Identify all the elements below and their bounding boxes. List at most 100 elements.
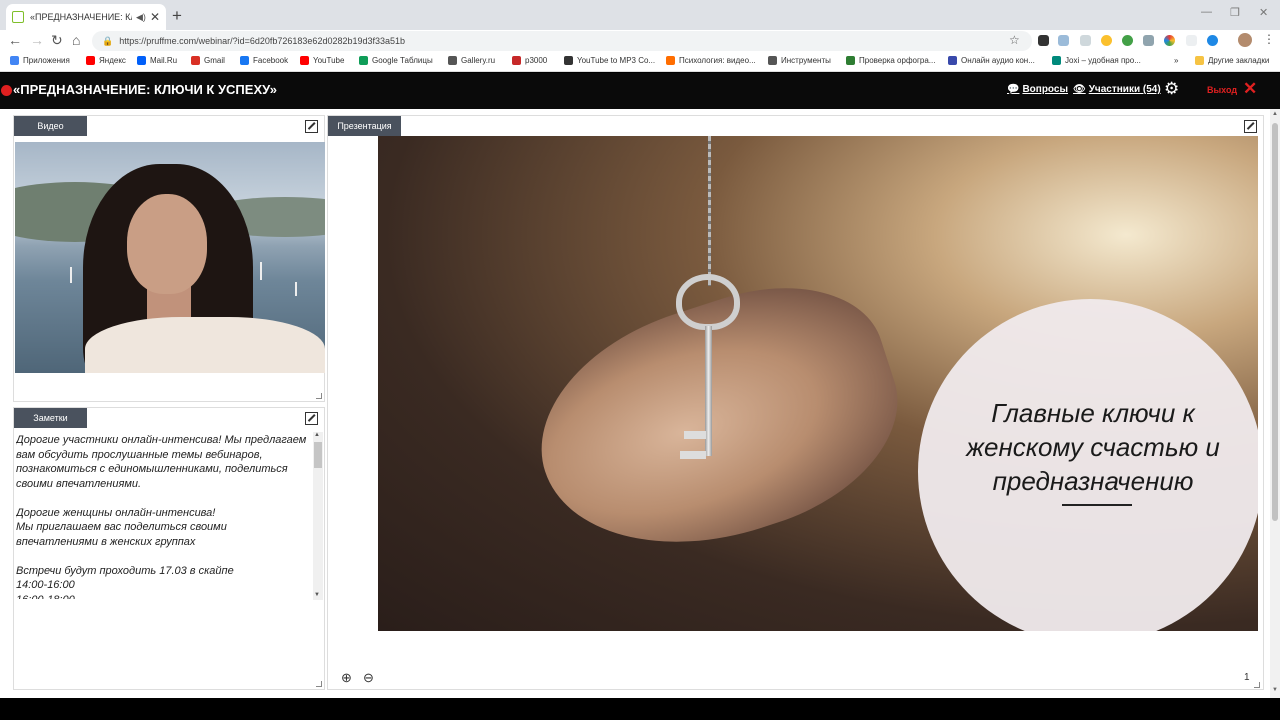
notes-scrollbar[interactable]: ▲ ▼ <box>313 432 323 600</box>
questions-link[interactable]: 💬 Вопросы <box>1007 84 1068 95</box>
speaker-icon[interactable]: ◀) <box>136 12 146 23</box>
gear-icon[interactable]: ⚙ <box>1164 79 1179 99</box>
extension-icon[interactable] <box>1038 35 1049 46</box>
bookmark-item[interactable]: Gallery.ru <box>448 56 495 65</box>
bookmark-item[interactable]: Приложения <box>10 56 70 65</box>
slide-key-shaft <box>705 326 712 456</box>
address-bar[interactable]: 🔒 https://pruffme.com/webinar/?id=6d20fb… <box>92 31 1032 51</box>
bookmark-item[interactable]: Инструменты <box>768 56 831 65</box>
notes-resize-handle[interactable] <box>316 681 322 687</box>
bookmark-item[interactable]: YouTube to MP3 Co... <box>564 56 655 65</box>
extension-icon[interactable] <box>1122 35 1133 46</box>
extension-icon[interactable] <box>1058 35 1069 46</box>
zoom-in-icon[interactable]: ⊕ <box>341 670 352 686</box>
close-tab-icon[interactable]: ✕ <box>150 10 160 24</box>
other-bookmarks[interactable]: Другие закладки <box>1195 56 1269 65</box>
scroll-down-icon[interactable]: ▼ <box>314 592 320 598</box>
bookmark-item[interactable]: p3000 <box>512 56 547 65</box>
close-window-icon[interactable]: ✕ <box>1259 6 1268 19</box>
bookmark-item[interactable]: Gmail <box>191 56 225 65</box>
notes-paragraph: Дорогие женщины онлайн-интенсива! Мы при… <box>16 506 227 548</box>
extension-icon[interactable] <box>1207 35 1218 46</box>
bookmark-item[interactable]: Google Таблицы <box>359 56 433 65</box>
bookmark-item[interactable]: Психология: видео... <box>666 56 756 65</box>
video-resize-handle[interactable] <box>316 393 322 399</box>
video-stream[interactable] <box>15 142 325 373</box>
extension-icon[interactable] <box>1101 35 1112 46</box>
extension-icon[interactable] <box>1143 35 1154 46</box>
extension-icon[interactable] <box>1186 35 1197 46</box>
bookmarks-bar: Приложения Яндекс Mail.Ru Gmail Facebook YouT… <box>0 52 1280 72</box>
expand-video-icon[interactable] <box>305 120 318 133</box>
bookmark-favicon-icon <box>137 56 146 65</box>
slide-key-bit <box>684 431 706 439</box>
bookmark-label: Mail.Ru <box>150 56 178 65</box>
notes-scroll-thumb[interactable] <box>314 442 322 468</box>
bookmark-favicon-icon <box>666 56 675 65</box>
zoom-out-icon[interactable]: ⊖ <box>363 670 374 686</box>
participants-link[interactable]: 👁 Участники (54) <box>1073 84 1161 95</box>
expand-notes-icon[interactable] <box>305 412 318 425</box>
scroll-up-icon[interactable]: ▲ <box>314 432 320 438</box>
bookmark-item[interactable]: Mail.Ru <box>137 56 177 65</box>
notes-tab[interactable]: Заметки <box>14 408 87 428</box>
extension-icon[interactable] <box>1080 35 1091 46</box>
speaker-face <box>127 194 207 294</box>
presentation-resize-handle[interactable] <box>1254 682 1260 688</box>
bookmark-item[interactable]: YouTube <box>300 56 344 65</box>
browser-tab[interactable]: «ПРЕДНАЗНАЧЕНИЕ: КЛЮЧИ ◀) ✕ <box>6 4 166 30</box>
bookmark-favicon-icon <box>512 56 521 65</box>
new-tab-icon[interactable]: + <box>172 6 182 26</box>
more-bookmarks-icon[interactable]: » <box>1174 56 1178 65</box>
video-tab[interactable]: Видео <box>14 116 87 136</box>
bookmark-item[interactable]: Joxi – удобная про... <box>1052 56 1141 65</box>
bookmark-favicon-icon <box>448 56 457 65</box>
chat-bubble-icon: 💬 <box>1007 84 1020 95</box>
sailboat <box>260 262 262 280</box>
browser-tabstrip: «ПРЕДНАЗНАЧЕНИЕ: КЛЮЧИ ◀) ✕ + — ❐ ✕ <box>0 0 1280 30</box>
exit-link[interactable]: Выход <box>1207 85 1237 95</box>
bookmark-favicon-icon <box>846 56 855 65</box>
slide-underline <box>1062 504 1132 506</box>
bookmark-favicon-icon <box>564 56 573 65</box>
page-scroll-thumb[interactable] <box>1272 123 1278 521</box>
exit-close-icon[interactable]: ✕ <box>1243 79 1257 99</box>
bookmark-favicon-icon <box>240 56 249 65</box>
slide-key-chain <box>708 136 711 286</box>
bookmark-label: Joxi – удобная про... <box>1065 56 1141 65</box>
sailboat <box>295 282 297 296</box>
eye-icon: 👁 <box>1073 84 1086 95</box>
tab-title: «ПРЕДНАЗНАЧЕНИЕ: КЛЮЧИ <box>30 12 132 22</box>
profile-avatar[interactable] <box>1238 33 1252 47</box>
extension-icon[interactable] <box>1164 35 1175 46</box>
page-scroll-down-icon[interactable]: ▼ <box>1272 687 1278 693</box>
home-icon[interactable]: ⌂ <box>72 32 80 48</box>
page-scrollbar[interactable]: ▲ ▼ <box>1270 109 1280 698</box>
notes-text[interactable]: Дорогие участники онлайн-интенсива! Мы п… <box>16 433 310 599</box>
webinar-title: «ПРЕДНАЗНАЧЕНИЕ: КЛЮЧИ К УСПЕХУ» <box>13 82 277 97</box>
speaker-blouse <box>85 317 325 373</box>
bookmark-star-icon[interactable]: ☆ <box>1009 33 1020 47</box>
page-scroll-up-icon[interactable]: ▲ <box>1272 111 1278 117</box>
other-bookmarks-label: Другие закладки <box>1208 56 1270 65</box>
browser-menu-icon[interactable]: ⋮ <box>1263 32 1275 46</box>
presentation-tab[interactable]: Презентация <box>328 116 401 136</box>
reload-icon[interactable]: ↻ <box>51 32 63 49</box>
forward-icon[interactable]: → <box>30 32 44 48</box>
restore-icon[interactable]: ❐ <box>1230 6 1240 19</box>
browser-toolbar: ← → ↻ ⌂ 🔒 https://pruffme.com/webinar/?i… <box>0 30 1280 52</box>
bookmark-favicon-icon <box>10 56 19 65</box>
bookmark-item[interactable]: Facebook <box>240 56 288 65</box>
bookmark-label: YouTube <box>313 56 345 65</box>
minimize-icon[interactable]: — <box>1201 6 1212 18</box>
url-text: https://pruffme.com/webinar/?id=6d20fb72… <box>119 36 406 46</box>
bookmark-item[interactable]: Проверка орфогра... <box>846 56 935 65</box>
back-icon[interactable]: ← <box>8 32 22 48</box>
expand-presentation-icon[interactable] <box>1244 120 1257 133</box>
lock-icon: 🔒 <box>102 35 114 46</box>
bookmark-item[interactable]: Онлайн аудио кон... <box>948 56 1035 65</box>
bookmark-label: Google Таблицы <box>372 56 433 65</box>
bookmark-item[interactable]: Яндекс <box>86 56 126 65</box>
slide-heart-key <box>676 274 740 330</box>
bookmark-label: Facebook <box>253 56 289 65</box>
